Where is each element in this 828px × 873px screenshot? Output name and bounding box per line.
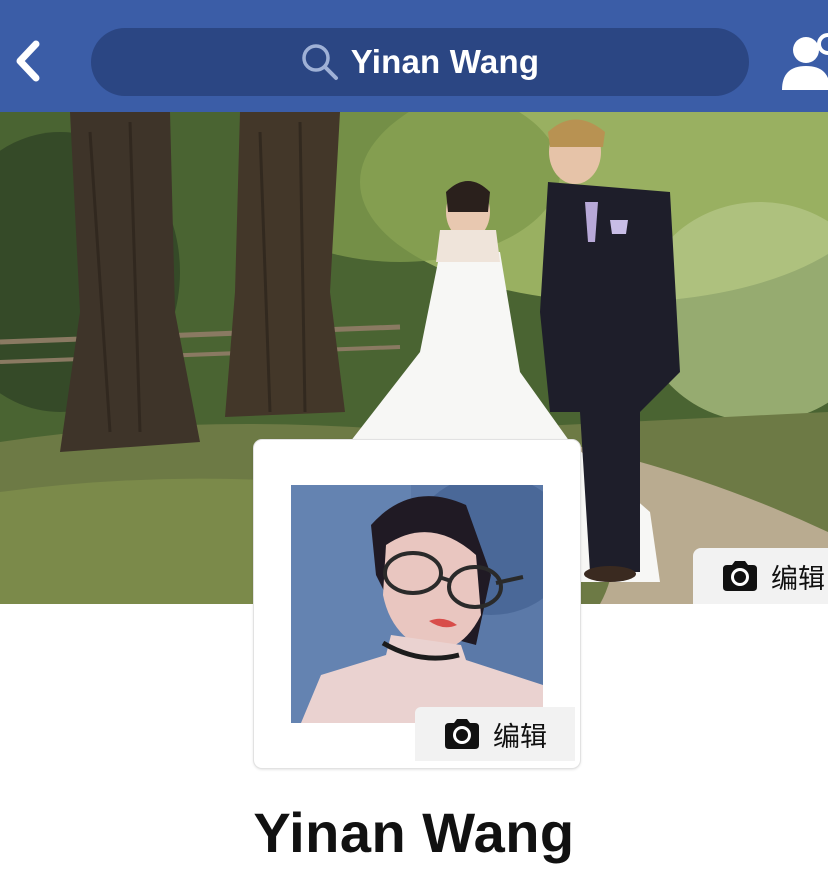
profile-picture-image [291, 485, 543, 723]
back-button[interactable] [10, 38, 46, 84]
edit-profile-picture-button[interactable]: 编辑 [415, 707, 575, 761]
chevron-left-icon [16, 40, 40, 82]
search-query-text: Yinan Wang [350, 43, 540, 80]
search-bar[interactable]: Yinan Wang [91, 28, 749, 96]
profile-picture[interactable] [291, 485, 543, 723]
edit-cover-label: 编辑 [771, 563, 825, 595]
search-icon [302, 44, 338, 80]
top-nav-bar: Yinan Wang [0, 0, 828, 112]
edit-cover-button[interactable]: 编辑 [693, 548, 828, 604]
camera-icon [445, 719, 479, 749]
friends-button[interactable] [780, 30, 828, 92]
profile-name: Yinan Wang [253, 801, 575, 864]
edit-profile-picture-label: 编辑 [493, 721, 547, 753]
friends-icon [782, 33, 828, 90]
camera-icon [723, 561, 757, 591]
